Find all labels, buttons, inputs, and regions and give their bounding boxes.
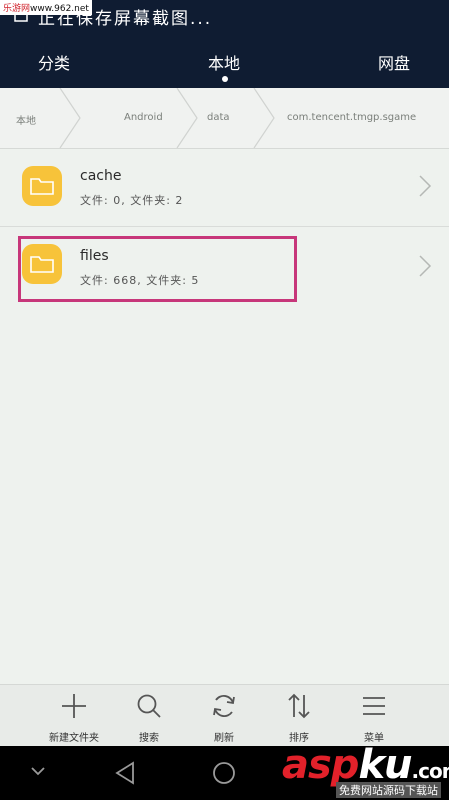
brand-com: .com — [411, 759, 449, 783]
new-folder-button[interactable]: 新建文件夹 — [39, 685, 109, 747]
refresh-label: 刷新 — [214, 733, 234, 744]
breadcrumb-separator-icon — [59, 88, 81, 148]
app-header: 正在保存屏幕截图... 乐游网www.962.net 分类 本地 网盘 — [0, 0, 449, 88]
home-icon[interactable] — [212, 761, 236, 785]
menu-button[interactable]: 菜单 — [339, 685, 409, 747]
tab-cloud[interactable]: 网盘 — [378, 50, 410, 74]
sort-icon — [288, 693, 310, 719]
sort-button[interactable]: 排序 — [264, 685, 334, 747]
new-folder-label: 新建文件夹 — [49, 733, 99, 744]
tab-local[interactable]: 本地 — [208, 50, 240, 74]
breadcrumb-separator-icon — [253, 88, 275, 148]
folder-meta: 文件: 0, 文件夹: 2 — [80, 194, 184, 207]
search-label: 搜索 — [139, 733, 159, 744]
breadcrumb: 本地 Android data com.tencent.tmgp.sgame — [0, 88, 449, 149]
chevron-right-icon — [419, 255, 432, 277]
breadcrumb-item-package[interactable]: com.tencent.tmgp.sgame — [287, 112, 416, 123]
breadcrumb-item-android[interactable]: Android — [124, 112, 163, 123]
refresh-button[interactable]: 刷新 — [189, 685, 259, 747]
bottom-toolbar: 新建文件夹 搜索 刷新 排序 菜单 — [0, 684, 449, 747]
folder-name: cache — [80, 168, 122, 184]
watermark-url: www.962.net — [30, 4, 89, 14]
list-divider — [0, 226, 449, 227]
watermark-site: 乐游网 — [3, 4, 31, 14]
breadcrumb-item-local[interactable]: 本地 — [16, 112, 36, 127]
aspku-tagline: 免费网站源码下载站 — [336, 782, 441, 798]
menu-icon — [363, 697, 385, 715]
active-tab-indicator — [222, 76, 228, 82]
refresh-icon — [213, 695, 235, 717]
tab-category[interactable]: 分类 — [38, 50, 70, 74]
search-icon — [137, 694, 161, 718]
list-item[interactable]: cache 文件: 0, 文件夹: 2 — [0, 148, 449, 224]
breadcrumb-item-data[interactable]: data — [207, 112, 230, 123]
highlight-box — [18, 236, 297, 302]
breadcrumb-separator-icon — [176, 88, 198, 148]
chevron-right-icon — [419, 175, 432, 197]
chevron-down-icon[interactable] — [30, 766, 46, 778]
folder-icon — [22, 166, 62, 206]
plus-icon — [62, 694, 86, 718]
back-icon[interactable] — [114, 761, 136, 785]
search-button[interactable]: 搜索 — [114, 685, 184, 747]
site-watermark: 乐游网www.962.net — [0, 0, 92, 15]
